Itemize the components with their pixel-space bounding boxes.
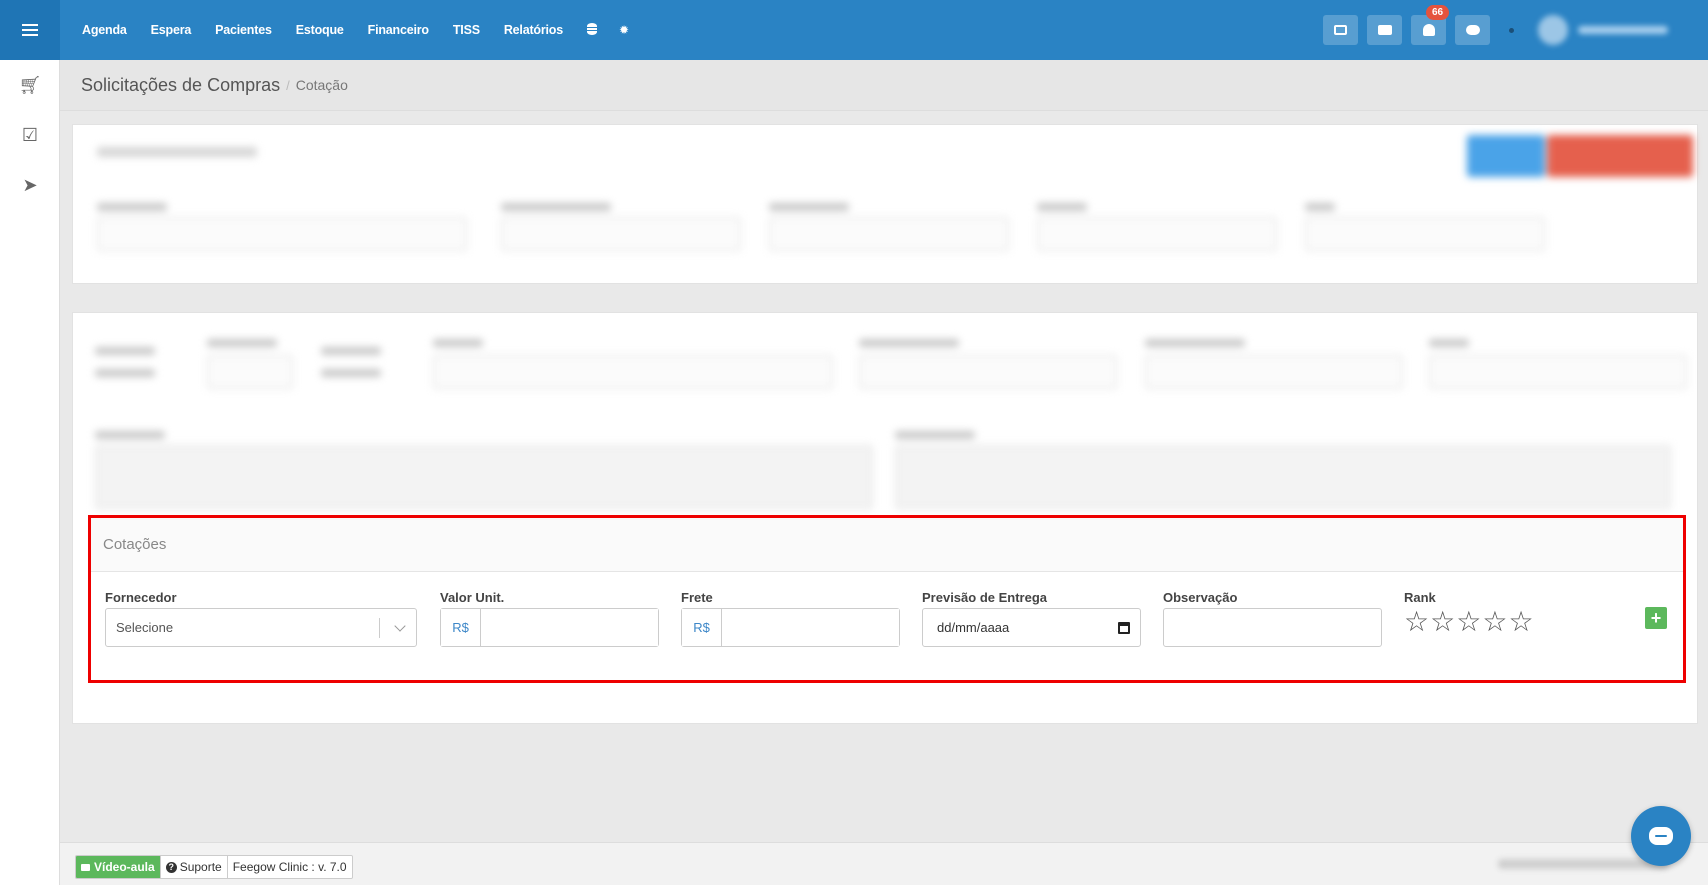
id-card-icon (1377, 25, 1392, 35)
user-menu[interactable] (1538, 13, 1688, 47)
valor-unit-label: Valor Unit. (440, 590, 505, 605)
inbox-icon (1334, 25, 1347, 35)
suporte-button[interactable]: ? Suporte (160, 856, 228, 878)
frete-label: Frete (681, 590, 713, 605)
rank-group: Rank ☆ ☆ ☆ ☆ ☆ (1404, 590, 1534, 636)
nav-tiss[interactable]: TISS (453, 23, 480, 37)
fornecedor-select[interactable]: Selecione (105, 608, 417, 647)
menu-toggle-button[interactable] (0, 0, 60, 60)
hamburger-icon (22, 29, 38, 31)
observacao-input[interactable] (1163, 608, 1382, 647)
nav-estoque[interactable]: Estoque (296, 23, 344, 37)
chat-button[interactable] (1455, 15, 1490, 45)
rank-label: Rank (1404, 590, 1436, 605)
add-cotacao-button[interactable]: + (1645, 607, 1667, 629)
select-divider (379, 618, 380, 638)
footer: Vídeo-aula ? Suporte Feegow Clinic : v. … (60, 842, 1708, 885)
star-icon[interactable]: ☆ (1482, 608, 1507, 636)
footer-buttons: Vídeo-aula ? Suporte Feegow Clinic : v. … (75, 855, 353, 879)
rank-stars: ☆ ☆ ☆ ☆ ☆ (1404, 608, 1534, 636)
fornecedor-group: Fornecedor Selecione (105, 590, 417, 647)
gear-icon[interactable]: ✹ (619, 23, 629, 37)
valor-unit-group: Valor Unit. R$ (440, 590, 659, 647)
nav-relatorios[interactable]: Relatórios (504, 23, 563, 37)
star-icon[interactable]: ☆ (1456, 608, 1481, 636)
star-icon[interactable]: ☆ (1404, 608, 1429, 636)
nav-espera[interactable]: Espera (151, 23, 192, 37)
previsao-label: Previsão de Entrega (922, 590, 1047, 605)
version-label: Feegow Clinic : v. 7.0 (227, 856, 352, 878)
valor-unit-input[interactable] (481, 609, 658, 646)
user-name-blurred (1578, 26, 1668, 34)
status-dot (1509, 27, 1514, 33)
support-chat-button[interactable] (1631, 806, 1691, 866)
main-nav: Agenda Espera Pacientes Estoque Financei… (82, 0, 651, 60)
video-aula-label: Vídeo-aula (94, 860, 155, 874)
cotacoes-title: Cotações (103, 536, 167, 553)
date-placeholder: dd/mm/aaaa (937, 620, 1010, 635)
sidebar: 🛒︎ ☑︎ ➤ (0, 60, 60, 885)
top-navbar: Agenda Espera Pacientes Estoque Financei… (0, 0, 1708, 60)
card-button[interactable] (1367, 15, 1402, 45)
breadcrumb-main[interactable]: Solicitações de Compras (81, 75, 280, 96)
chat-bubble-icon (1649, 827, 1673, 845)
nav-agenda[interactable]: Agenda (82, 23, 127, 37)
blurred-header-panel (72, 124, 1698, 284)
previsao-date-input[interactable]: dd/mm/aaaa (922, 608, 1141, 647)
frete-input[interactable] (722, 609, 899, 646)
paper-plane-icon[interactable]: ➤ (0, 160, 60, 210)
observacao-label: Observação (1163, 590, 1238, 605)
avatar (1538, 15, 1568, 45)
cotacoes-header: Cotações (91, 518, 1683, 572)
notification-badge: 66 (1426, 5, 1450, 20)
frete-field: R$ (681, 608, 900, 647)
checkbox-icon[interactable]: ☑︎ (0, 110, 60, 160)
inbox-button[interactable] (1323, 15, 1358, 45)
bell-icon (1422, 24, 1435, 36)
previsao-group: Previsão de Entrega dd/mm/aaaa (922, 590, 1141, 647)
video-aula-button[interactable]: Vídeo-aula (76, 856, 161, 878)
cotacoes-row: Fornecedor Selecione Valor Unit. R$ Fret… (91, 572, 1683, 680)
calendar-icon[interactable] (1118, 621, 1130, 634)
observacao-group: Observação (1163, 590, 1382, 647)
notifications-button[interactable]: 66 (1411, 5, 1450, 45)
top-right-tools: 66 (1323, 0, 1708, 60)
suporte-label: Suporte (179, 860, 222, 874)
valor-unit-field: R$ (440, 608, 659, 647)
fornecedor-label: Fornecedor (105, 590, 177, 605)
star-icon[interactable]: ☆ (1508, 608, 1533, 636)
cart-icon[interactable]: 🛒︎ (0, 60, 60, 110)
question-circle-icon: ? (165, 861, 177, 873)
currency-addon: R$ (441, 609, 481, 646)
breadcrumb: Solicitações de Compras / Cotação (60, 60, 1708, 111)
breadcrumb-separator: / (286, 77, 290, 93)
breadcrumb-current: Cotação (295, 77, 348, 93)
chat-icon (1465, 25, 1480, 35)
nav-financeiro[interactable]: Financeiro (368, 23, 429, 37)
frete-group: Frete R$ (681, 590, 900, 647)
currency-addon: R$ (682, 609, 722, 646)
database-icon[interactable] (586, 22, 597, 38)
star-icon[interactable]: ☆ (1430, 608, 1455, 636)
footer-blurred-text (1498, 859, 1668, 869)
video-camera-icon (81, 863, 90, 871)
nav-pacientes[interactable]: Pacientes (215, 23, 272, 37)
cotacoes-card: Cotações Fornecedor Selecione Valor Unit… (88, 515, 1686, 683)
fornecedor-value: Selecione (116, 620, 174, 635)
chevron-down-icon (394, 620, 406, 632)
